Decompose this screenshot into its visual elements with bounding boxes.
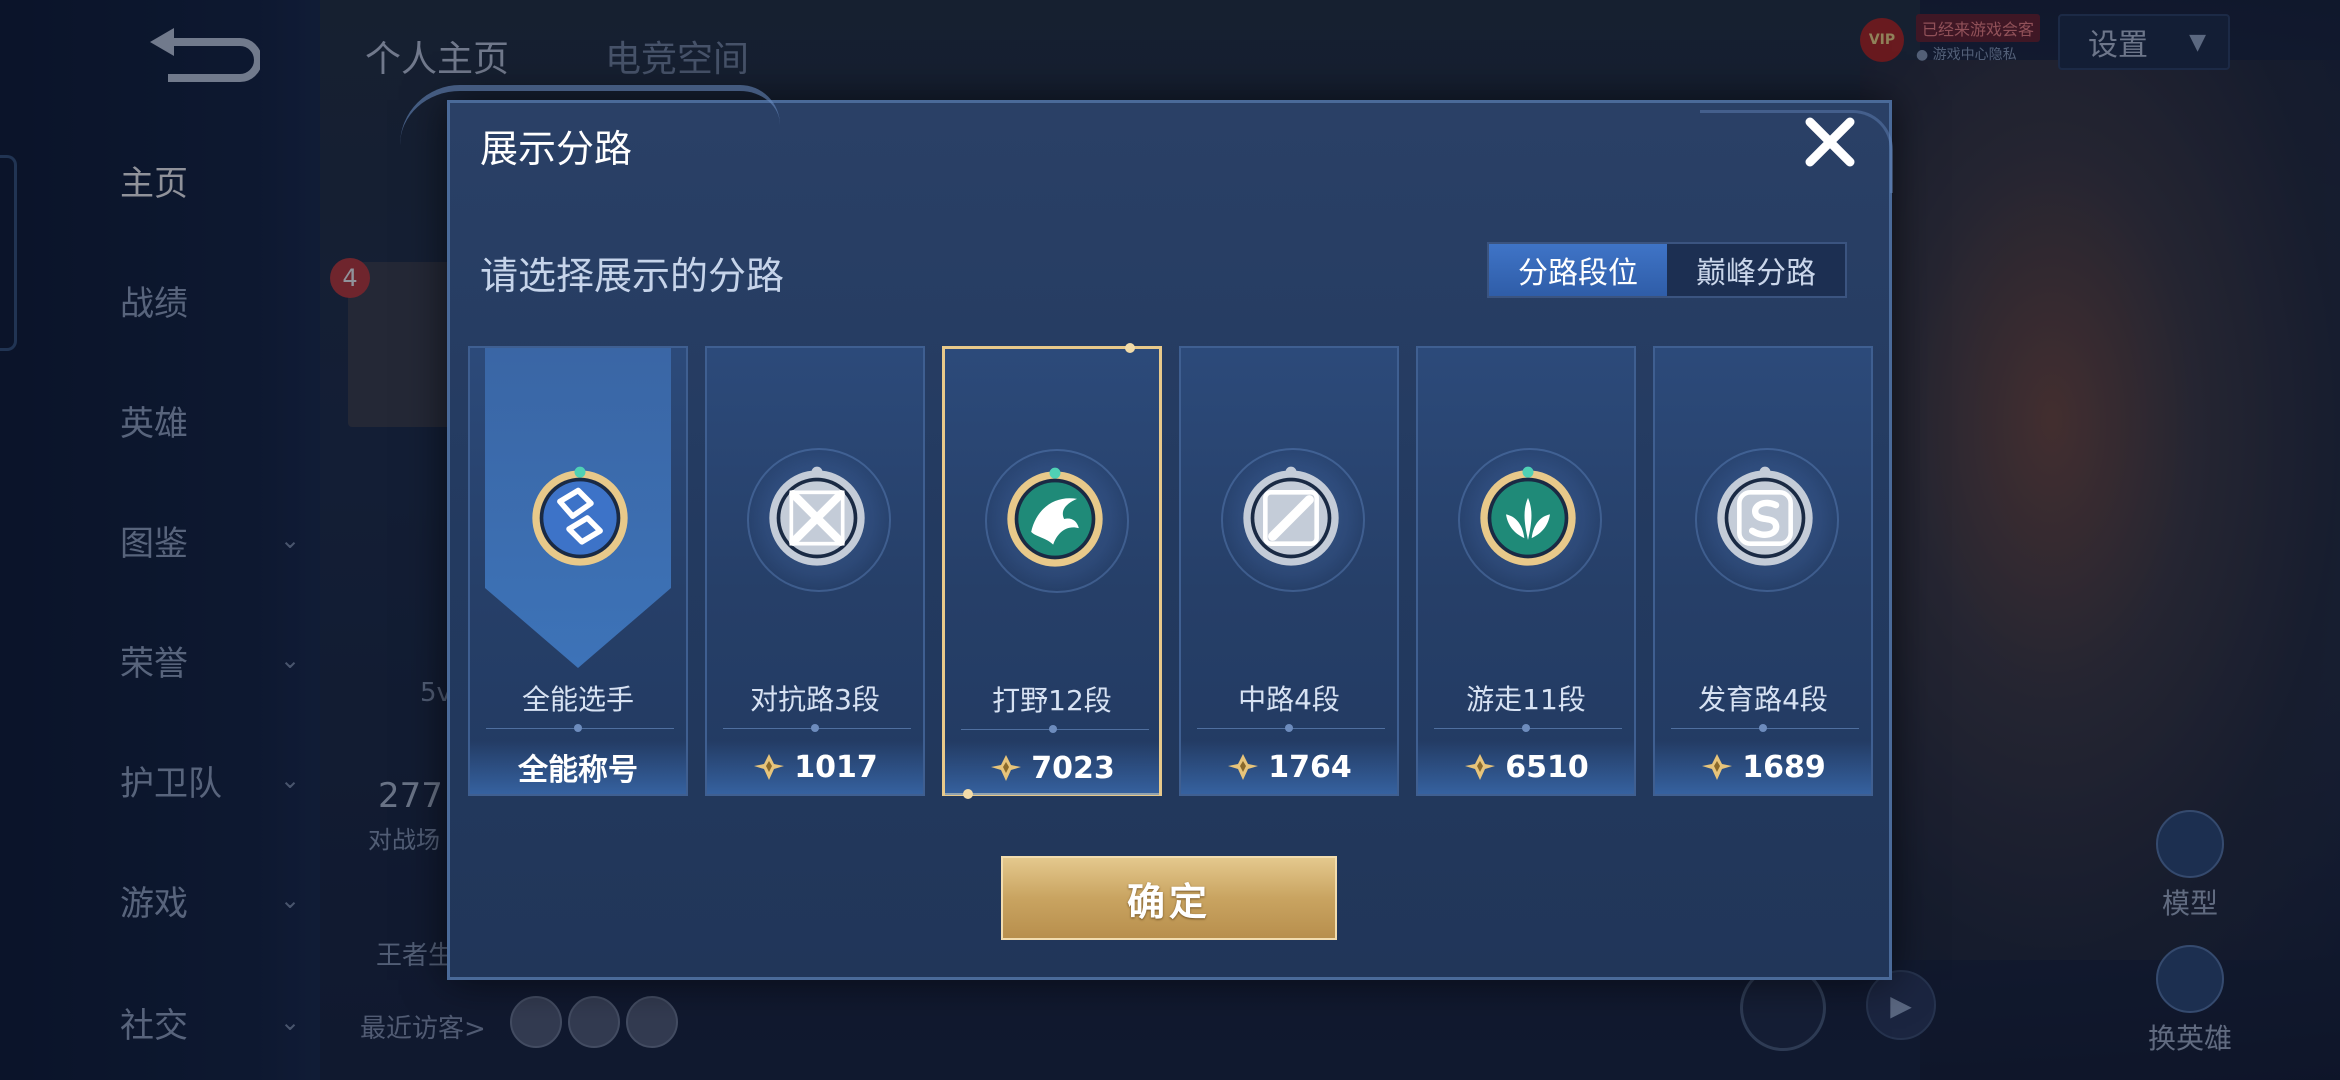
lane-card[interactable]: 全能选手 全能称号 <box>468 346 688 796</box>
dialog-subtitle: 请选择展示的分路 <box>480 254 785 298</box>
lane-score-value: 1764 <box>1268 749 1352 785</box>
lane-card[interactable]: 游走11段 6510 <box>1416 346 1636 796</box>
lane-score: 6510 <box>1418 740 1634 794</box>
confirm-button[interactable]: 确定 <box>1001 856 1337 940</box>
card-divider <box>1671 724 1859 732</box>
lane-card[interactable]: 中路4段 1764 <box>1179 346 1399 796</box>
card-divider <box>486 724 674 732</box>
power-icon <box>991 755 1022 781</box>
card-divider <box>723 724 911 732</box>
lane-score-value: 6510 <box>1505 749 1589 785</box>
lane-name: 游走11段 <box>1466 683 1586 716</box>
roam-emblem-icon <box>1480 466 1576 566</box>
power-icon <box>1228 754 1259 780</box>
dialog-ornament <box>1700 110 1893 193</box>
close-icon <box>1805 117 1855 167</box>
lane-score-value: 1017 <box>794 749 878 785</box>
card-divider <box>961 725 1149 733</box>
lane-card[interactable]: 打野12段 7023 <box>942 343 1162 799</box>
lane-card-list: 全能选手 全能称号 对抗路3段 1017 打野12段 7023 中路4段 1764 游走11段 6… <box>468 343 1874 799</box>
lane-card[interactable]: 对抗路3段 1017 <box>705 346 925 796</box>
card-divider <box>1434 724 1622 732</box>
power-icon <box>754 754 785 780</box>
lane-name: 中路4段 <box>1238 683 1340 716</box>
power-icon <box>1702 754 1733 780</box>
lane-score: 7023 <box>945 741 1159 795</box>
clash-lane-emblem-icon <box>769 466 865 566</box>
farm-lane-emblem-icon <box>1717 466 1813 566</box>
power-icon <box>1465 754 1496 780</box>
lane-score-value: 全能称号 <box>518 753 638 788</box>
lane-score-value: 7023 <box>1031 750 1115 786</box>
dialog-title: 展示分路 <box>480 127 633 171</box>
lane-type-toggle: 分路段位 巅峰分路 <box>1487 242 1847 298</box>
lane-score: 全能称号 <box>470 740 686 794</box>
tab-peak-lane[interactable]: 巅峰分路 <box>1667 244 1845 296</box>
lane-score-value: 1689 <box>1742 749 1826 785</box>
lane-score: 1017 <box>707 740 923 794</box>
card-divider <box>1197 724 1385 732</box>
mid-lane-emblem-icon <box>1243 466 1339 566</box>
selection-marker <box>1125 343 1135 353</box>
jungle-emblem-icon <box>1007 467 1103 567</box>
lane-name: 对抗路3段 <box>750 683 880 716</box>
selection-marker <box>963 789 973 799</box>
lane-name: 全能选手 <box>521 683 634 716</box>
all-round-emblem-icon <box>532 466 628 566</box>
close-button[interactable] <box>1800 112 1860 172</box>
lane-score: 1689 <box>1655 740 1871 794</box>
lane-name: 打野12段 <box>992 684 1112 717</box>
tab-lane-rank[interactable]: 分路段位 <box>1489 244 1667 296</box>
lane-card[interactable]: 发育路4段 1689 <box>1653 346 1873 796</box>
lane-name: 发育路4段 <box>1698 683 1828 716</box>
lane-score: 1764 <box>1181 740 1397 794</box>
